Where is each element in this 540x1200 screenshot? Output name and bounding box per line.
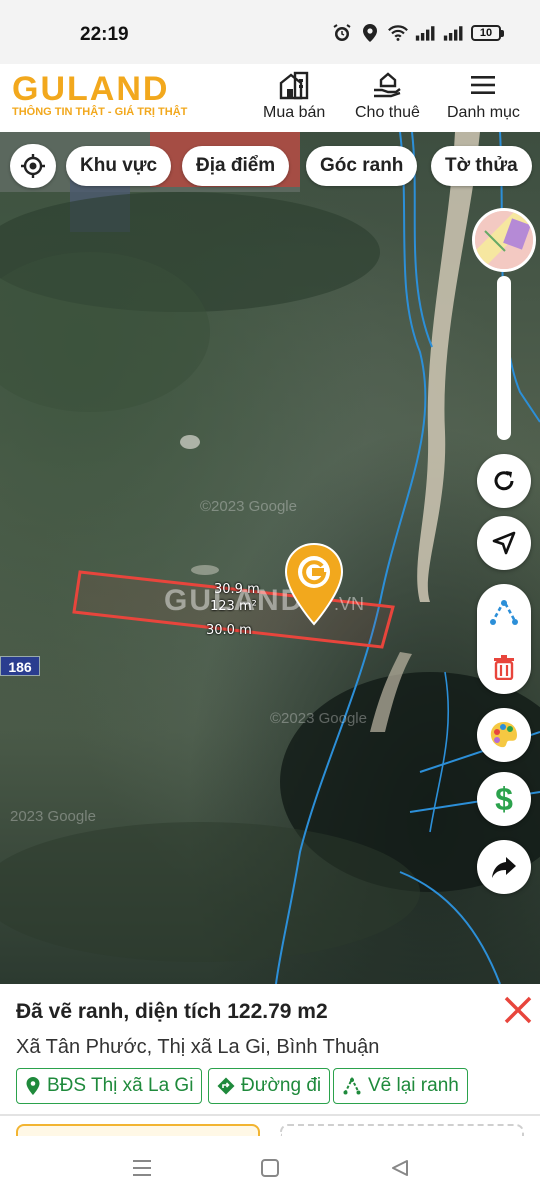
area-listings-label: BĐS Thị xã La Gi: [47, 1075, 194, 1096]
svg-text:$: $: [495, 783, 513, 815]
battery-icon: 10: [471, 25, 504, 41]
nav-label-danh-muc: Danh mục: [447, 104, 520, 121]
nav-mua-ban[interactable]: Mua bán: [263, 70, 325, 122]
next-card[interactable]: [16, 1124, 260, 1136]
nav-label-cho-thue: Cho thuê: [355, 104, 420, 121]
map-overlay: [0, 132, 540, 984]
back-button[interactable]: [386, 1156, 414, 1180]
refresh-icon: [494, 471, 514, 491]
zoom-slider[interactable]: [497, 276, 511, 440]
home-button[interactable]: [256, 1156, 284, 1180]
close-icon: [504, 996, 532, 1024]
back-icon: [392, 1160, 408, 1176]
area-listings-button[interactable]: BĐS Thị xã La Gi: [16, 1068, 203, 1104]
plot-width-bottom: 30.0 m: [206, 623, 252, 638]
share-icon: [492, 857, 516, 878]
app-header: GULAND THÔNG TIN THẬT - GIÁ TRỊ THẬT Mua…: [0, 64, 540, 132]
road-label: 186: [0, 656, 40, 676]
recent-apps-icon: [133, 1160, 151, 1176]
price-icon: $: [495, 783, 513, 815]
info-title: Đã vẽ ranh, diện tích 122.79 m2: [16, 1000, 328, 1023]
chip-khu-vuc[interactable]: Khu vực: [66, 146, 172, 186]
chip-goc-ranh[interactable]: Góc ranh: [306, 146, 418, 186]
wifi-icon: [387, 22, 409, 44]
filter-chips: Khu vực Địa điểm Góc ranh Tờ thửa: [0, 144, 540, 188]
palette-button[interactable]: [477, 708, 531, 762]
map-pin-icon[interactable]: [284, 542, 344, 626]
nav-danh-muc[interactable]: Danh mục: [447, 70, 520, 122]
draw-boundary-icon: [490, 597, 518, 625]
signal-icon: [443, 22, 465, 44]
info-address: Xã Tân Phước, Thị xã La Gi, Bình Thuận: [16, 1036, 380, 1058]
alarm-icon: [331, 22, 353, 44]
redraw-boundary-button[interactable]: Vẽ lại ranh: [333, 1068, 468, 1104]
target-icon: [21, 154, 45, 178]
nav-label-mua-ban: Mua bán: [263, 104, 326, 121]
directions-icon: [217, 1077, 235, 1095]
chip-to-thua[interactable]: Tờ thửa: [431, 146, 532, 186]
price-button[interactable]: $: [477, 772, 531, 826]
boundary-tools: [477, 584, 531, 694]
directions-button[interactable]: Đường đi: [208, 1068, 331, 1104]
home-icon: [261, 1159, 279, 1177]
status-bar: 22:19 10: [0, 0, 540, 64]
navigate-button[interactable]: [477, 516, 531, 570]
google-credit: ©2023 Google: [200, 498, 297, 515]
next-card[interactable]: [280, 1124, 524, 1136]
chip-dia-diem[interactable]: Địa điểm: [182, 146, 290, 186]
logo-tagline: THÔNG TIN THẬT - GIÁ TRỊ THẬT: [12, 106, 188, 118]
redraw-icon: [343, 1076, 361, 1095]
delete-boundary-button[interactable]: [477, 639, 531, 694]
building-icon: [277, 70, 311, 100]
navigate-icon: [492, 531, 516, 555]
location-icon: [359, 22, 381, 44]
close-button[interactable]: [498, 992, 538, 1028]
palette-icon: [490, 722, 517, 748]
system-nav-bar: [0, 1136, 540, 1200]
redraw-boundary-label: Vẽ lại ranh: [368, 1075, 459, 1096]
locate-button[interactable]: [10, 144, 56, 188]
directions-label: Đường đi: [241, 1075, 322, 1096]
battery-level: 10: [471, 25, 501, 41]
google-credit: ©2023 Google: [270, 710, 367, 727]
refresh-button[interactable]: [477, 454, 531, 508]
nav-cho-thue[interactable]: Cho thuê: [355, 70, 420, 122]
divider: [0, 1114, 540, 1116]
share-button[interactable]: [477, 840, 531, 894]
satellite-map[interactable]: 30.9 m 123 m² 30.0 m ©2023 Google ©2023 …: [0, 132, 540, 984]
signal-icon: [415, 22, 437, 44]
google-credit: 2023 Google: [10, 808, 96, 825]
status-icons: 10: [331, 22, 504, 44]
guland-logo[interactable]: GULAND THÔNG TIN THẬT - GIÁ TRỊ THẬT: [12, 70, 187, 118]
hand-house-icon: [370, 70, 404, 100]
recent-apps-button[interactable]: [128, 1156, 156, 1180]
menu-icon: [466, 70, 500, 100]
logo-text: GULAND: [12, 70, 170, 108]
map-layer-toggle[interactable]: [472, 208, 536, 272]
delete-icon: [494, 654, 514, 680]
status-time: 22:19: [80, 24, 129, 45]
draw-boundary-button[interactable]: [477, 584, 531, 639]
location-pin-icon: [26, 1077, 40, 1095]
